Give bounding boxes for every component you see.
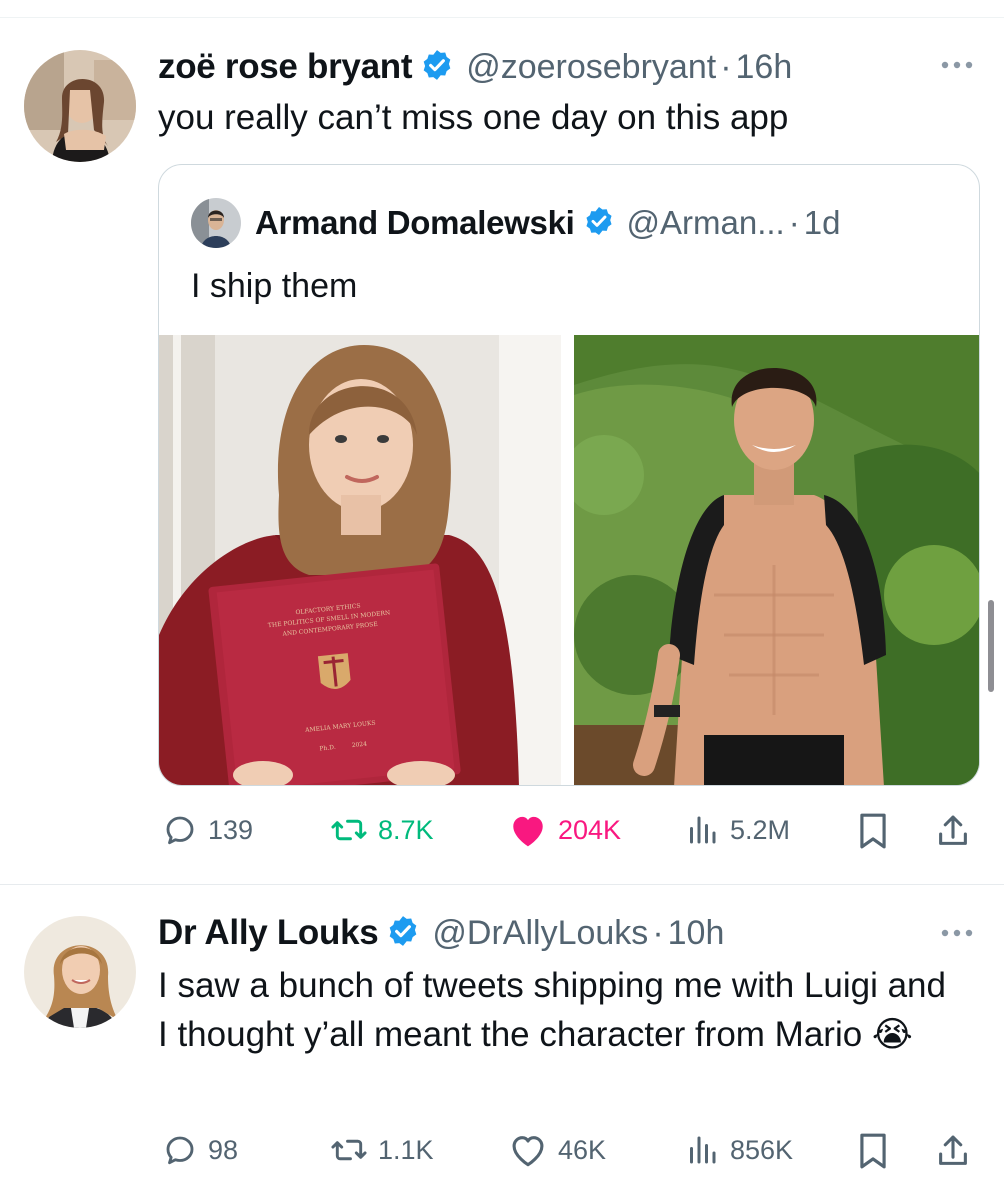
- views-icon: [690, 1136, 716, 1164]
- tweet-divider: [0, 884, 1004, 885]
- like-count: 46K: [558, 1134, 607, 1165]
- avatar-armand[interactable]: [191, 198, 241, 248]
- reply-button[interactable]: 98: [162, 1132, 238, 1168]
- tweet-text: you really can’t miss one day on this ap…: [158, 98, 789, 137]
- repost-button[interactable]: 8.7K: [330, 812, 434, 848]
- views-count: 5.2M: [730, 814, 791, 845]
- share-icon: [939, 1135, 967, 1165]
- reply-button[interactable]: 139: [162, 812, 253, 848]
- scrollbar[interactable]: [988, 600, 994, 692]
- reply-icon: [166, 816, 194, 845]
- author-name[interactable]: Dr Ally Louks: [158, 913, 379, 953]
- quote-header: Armand Domalewski @Arman... · 1d: [255, 201, 840, 245]
- tweet2-header: Dr Ally Louks @DrAllyLouks · 10h: [158, 910, 724, 956]
- verified-badge-icon: [583, 205, 615, 242]
- views-button[interactable]: 5.2M: [684, 812, 790, 848]
- more-icon[interactable]: [940, 58, 974, 77]
- dot-separator: ·: [720, 47, 732, 86]
- reply-count: 139: [208, 814, 254, 845]
- more-icon[interactable]: [940, 926, 974, 945]
- heart-icon: [512, 1136, 544, 1167]
- timestamp[interactable]: 16h: [736, 48, 793, 87]
- heart-icon: [513, 816, 543, 847]
- author-handle[interactable]: @zoerosebryant: [466, 48, 716, 87]
- reply-icon: [166, 1136, 194, 1165]
- share-button[interactable]: [936, 812, 970, 850]
- dot-separator: ·: [652, 913, 664, 952]
- quoted-author-name[interactable]: Armand Domalewski: [255, 204, 575, 242]
- views-icon: [690, 816, 716, 844]
- repost-icon: [331, 819, 367, 841]
- repost-count: 1.1K: [378, 1134, 434, 1165]
- quoted-tweet-text: I ship them: [191, 267, 358, 305]
- like-button[interactable]: 204K: [508, 812, 621, 848]
- photo-man-hiking[interactable]: [574, 335, 979, 785]
- tweet1-header: zoë rose bryant @zoerosebryant · 16h: [158, 44, 792, 90]
- verified-badge-icon: [386, 914, 420, 953]
- repost-icon: [331, 1139, 367, 1161]
- quoted-tweet-card[interactable]: Armand Domalewski @Arman... · 1d I ship …: [158, 164, 980, 786]
- bookmark-button[interactable]: [856, 812, 890, 850]
- timestamp[interactable]: 10h: [668, 914, 725, 953]
- verified-badge-icon: [420, 48, 454, 87]
- photo-woman-with-thesis[interactable]: OLFACTORY ETHICS THE POLITICS OF SMELL I…: [159, 335, 568, 785]
- tweet-text: I saw a bunch of tweets shipping me with…: [158, 966, 946, 1054]
- top-divider: [0, 17, 1004, 18]
- dot-separator: ·: [788, 204, 800, 241]
- repost-count: 8.7K: [378, 814, 434, 845]
- author-handle[interactable]: @DrAllyLouks: [432, 914, 648, 953]
- like-button[interactable]: 46K: [508, 1132, 606, 1168]
- author-name[interactable]: zoë rose bryant: [158, 47, 413, 87]
- quoted-timestamp[interactable]: 1d: [804, 204, 841, 242]
- share-icon: [939, 815, 967, 845]
- repost-button[interactable]: 1.1K: [330, 1132, 434, 1168]
- bookmark-icon: [860, 813, 886, 849]
- reply-count: 98: [208, 1134, 239, 1165]
- bookmark-icon: [860, 1133, 886, 1169]
- avatar-ally-louks[interactable]: [24, 916, 136, 1028]
- like-count: 204K: [558, 814, 622, 845]
- avatar-zoe[interactable]: [24, 50, 136, 162]
- views-count: 856K: [730, 1134, 794, 1165]
- views-button[interactable]: 856K: [684, 1132, 793, 1168]
- share-button[interactable]: [936, 1132, 970, 1170]
- bookmark-button[interactable]: [856, 1132, 890, 1170]
- quoted-author-handle[interactable]: @Arman...: [627, 204, 785, 242]
